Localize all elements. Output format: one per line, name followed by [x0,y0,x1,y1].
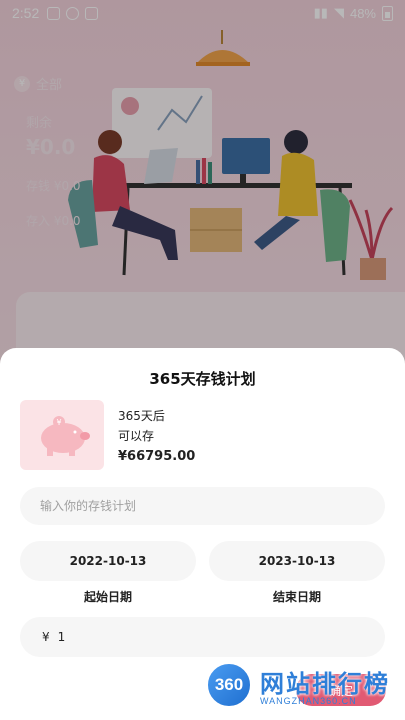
plan-can-save-text: 可以存 [118,429,155,443]
end-date-picker[interactable]: 2023-10-13 [209,541,385,581]
watermark-logo: 360 [206,662,252,708]
sheet-title: 365天存钱计划 [149,370,256,388]
site-watermark: 360 网站排行榜 WANGZHAN360.CN [206,660,402,716]
daily-amount-value: 1 [57,630,66,644]
end-date-label: 结束日期 [272,590,321,604]
plan-summary-card: ¥ 365天后 可以存 ¥66795.00 [20,400,385,472]
watermark-subtitle: WANGZHAN360.CN [260,696,357,706]
plan-days-text: 365天后 [118,409,165,423]
end-date-value: 2023-10-13 [258,554,336,568]
piggy-bank-icon: ¥ [20,400,104,470]
svg-text:¥: ¥ [56,418,61,427]
plan-total-amount: ¥66795.00 [118,449,196,464]
plan-name-input[interactable] [20,487,385,525]
daily-amount-field[interactable]: ¥ 1 [20,617,385,657]
start-date-label: 起始日期 [83,590,132,604]
start-date-picker[interactable]: 2022-10-13 [20,541,196,581]
start-date-value: 2022-10-13 [69,554,147,568]
currency-symbol: ¥ [42,630,50,644]
watermark-title: 网站排行榜 [260,670,390,698]
